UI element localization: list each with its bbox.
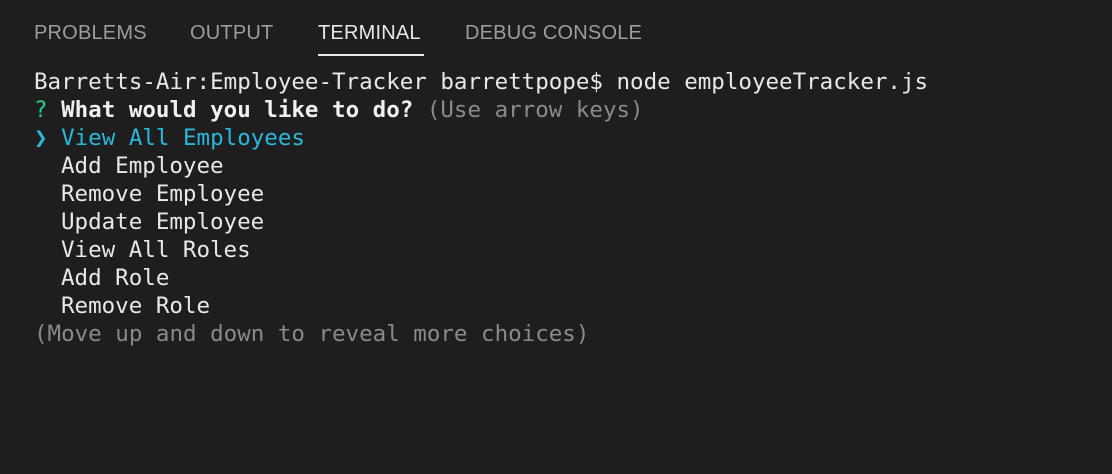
menu-choice[interactable]: Remove Employee: [34, 180, 1094, 208]
question-mark-icon: ?: [34, 97, 48, 123]
menu-choice-label: Add Role: [61, 265, 170, 291]
panel-tab-bar: PROBLEMS OUTPUT TERMINAL DEBUG CONSOLE: [0, 0, 1112, 56]
menu-choice[interactable]: Add Employee: [34, 152, 1094, 180]
menu-choice-label: Remove Employee: [61, 181, 265, 207]
menu-choice[interactable]: View All Roles: [34, 236, 1094, 264]
tab-debug-console[interactable]: DEBUG CONSOLE: [465, 22, 642, 45]
prompt-hint: (Use arrow keys): [426, 97, 644, 123]
tab-terminal[interactable]: TERMINAL: [318, 22, 421, 45]
prompt-line: ? What would you like to do? (Use arrow …: [34, 96, 1094, 124]
pointer-icon: ❯: [34, 125, 48, 151]
menu-choice-label: Update Employee: [61, 209, 265, 235]
menu-choice[interactable]: Remove Role: [34, 292, 1094, 320]
menu-choice[interactable]: Add Role: [34, 264, 1094, 292]
menu-choice-selected[interactable]: ❯ View All Employees: [34, 124, 1094, 152]
menu-choice-label: Remove Role: [61, 293, 211, 319]
menu-choice-label: Add Employee: [61, 153, 224, 179]
prompt-question: What would you like to do?: [61, 97, 414, 123]
footer-hint: (Move up and down to reveal more choices…: [34, 321, 590, 347]
command-line: Barretts-Air:Employee-Tracker barrettpop…: [34, 69, 929, 95]
active-tab-indicator: [318, 54, 424, 56]
tab-problems[interactable]: PROBLEMS: [34, 22, 147, 45]
menu-choice[interactable]: Update Employee: [34, 208, 1094, 236]
terminal-output[interactable]: Barretts-Air:Employee-Tracker barrettpop…: [34, 68, 1094, 458]
tab-output[interactable]: OUTPUT: [190, 22, 273, 45]
menu-choice-label: View All Employees: [61, 125, 305, 151]
menu-choice-label: View All Roles: [61, 237, 251, 263]
